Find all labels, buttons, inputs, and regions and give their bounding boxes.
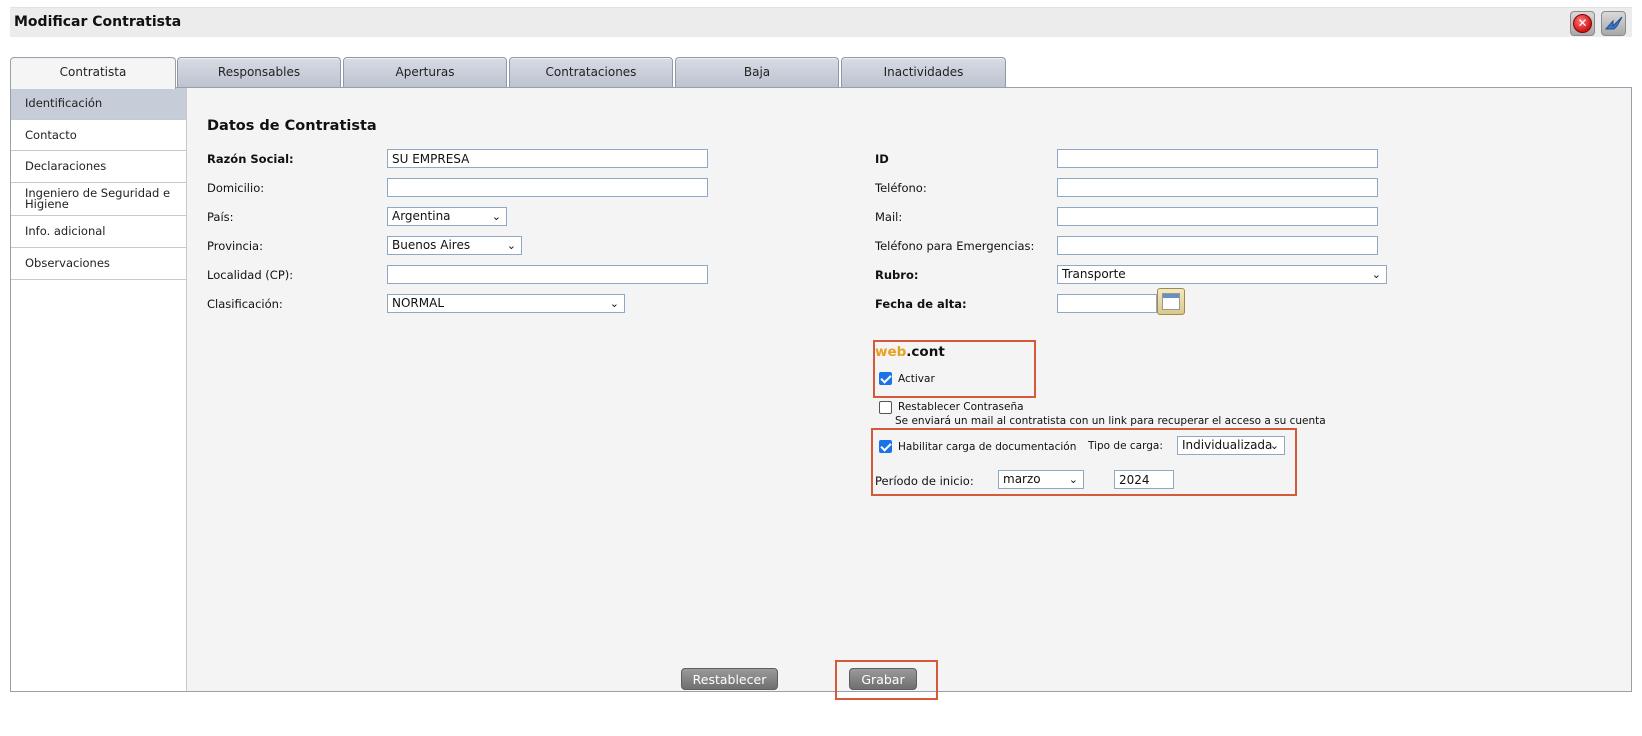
- tipo-carga-value: Individualizada: [1182, 438, 1273, 452]
- sidebar-item-label: Observaciones: [25, 256, 110, 270]
- clasificacion-value: NORMAL: [392, 296, 445, 310]
- habilitar-carga-label: Habilitar carga de documentación: [898, 441, 1077, 453]
- sidebar-item-identificacion[interactable]: Identificación: [11, 88, 186, 120]
- calendar-button[interactable]: [1157, 288, 1185, 315]
- provincia-label: Provincia:: [207, 239, 263, 253]
- tab-inactividades[interactable]: Inactividades: [841, 57, 1006, 88]
- provincia-value: Buenos Aires: [392, 238, 471, 252]
- fecha-alta-label: Fecha de alta:: [875, 297, 967, 311]
- chevron-down-icon: ⌄: [491, 210, 501, 223]
- sidebar-item-label: Identificación: [25, 96, 103, 110]
- pais-value: Argentina: [392, 209, 451, 223]
- id-input[interactable]: [1057, 149, 1378, 168]
- clasificacion-label: Clasificación:: [207, 297, 283, 311]
- restablecer-contrasena-checkbox[interactable]: [879, 401, 892, 414]
- localidad-input[interactable]: [387, 265, 708, 284]
- mail-input[interactable]: [1057, 207, 1378, 226]
- title-bar: Modificar Contratista ✕: [10, 7, 1632, 37]
- razon-social-input[interactable]: [387, 149, 708, 168]
- restablecer-contrasena-label: Restablecer Contraseña: [898, 401, 1024, 413]
- periodo-mes-select[interactable]: marzo ⌄: [998, 470, 1084, 489]
- id-label: ID: [875, 152, 889, 166]
- webcont-logo-cont: .cont: [906, 344, 945, 360]
- periodo-anio-input[interactable]: [1114, 470, 1174, 489]
- domicilio-input[interactable]: [387, 178, 708, 197]
- section-title: Datos de Contratista: [207, 118, 377, 134]
- razon-social-label: Razón Social:: [207, 152, 294, 166]
- tab-responsables[interactable]: Responsables: [177, 57, 341, 88]
- chevron-down-icon: ⌄: [1068, 473, 1078, 486]
- rubro-label: Rubro:: [875, 268, 919, 282]
- rubro-value: Transporte: [1062, 267, 1126, 281]
- clasificacion-select[interactable]: NORMAL ⌄: [387, 294, 625, 313]
- periodo-mes-value: marzo: [1003, 472, 1041, 486]
- localidad-label: Localidad (CP):: [207, 268, 294, 282]
- chevron-down-icon: ⌄: [609, 297, 619, 310]
- close-button[interactable]: ✕: [1570, 11, 1595, 36]
- sidebar-item-label: Info. adicional: [25, 224, 106, 238]
- chevron-down-icon: ⌄: [1269, 439, 1279, 452]
- activar-label: Activar: [898, 373, 935, 385]
- form-area: Datos de Contratista Razón Social: Domic…: [187, 88, 1631, 691]
- tipo-carga-label: Tipo de carga:: [1088, 440, 1163, 452]
- telefono-emergencias-input[interactable]: [1057, 236, 1378, 255]
- sidebar-item-declaraciones[interactable]: Declaraciones: [11, 151, 186, 183]
- restablecer-hint: Se enviará un mail al contratista con un…: [895, 415, 1326, 427]
- mail-label: Mail:: [875, 210, 903, 224]
- close-icon: ✕: [1573, 14, 1592, 33]
- back-arrow-icon: [1604, 16, 1622, 29]
- pais-select[interactable]: Argentina ⌄: [387, 207, 507, 226]
- sidebar-item-contacto[interactable]: Contacto: [11, 120, 186, 151]
- sidebar-item-label: Ingeniero de Seguridad e Higiene: [25, 186, 171, 211]
- calendar-icon: [1162, 293, 1180, 310]
- sidebar-item-observaciones[interactable]: Observaciones: [11, 248, 186, 280]
- rubro-select[interactable]: Transporte ⌄: [1057, 265, 1387, 284]
- tipo-carga-select[interactable]: Individualizada ⌄: [1177, 436, 1285, 455]
- tab-aperturas[interactable]: Aperturas: [343, 57, 507, 88]
- tab-contrataciones[interactable]: Contrataciones: [509, 57, 673, 88]
- sidebar-item-ingeniero[interactable]: Ingeniero de Seguridad e Higiene: [11, 183, 186, 216]
- telefono-input[interactable]: [1057, 178, 1378, 197]
- fecha-alta-input[interactable]: [1057, 294, 1157, 313]
- tab-contratista[interactable]: Contratista: [10, 57, 176, 89]
- provincia-select[interactable]: Buenos Aires ⌄: [387, 236, 522, 255]
- grabar-button[interactable]: Grabar: [849, 668, 917, 690]
- activar-checkbox[interactable]: [879, 372, 892, 385]
- webcont-logo-web: web: [875, 344, 907, 360]
- chevron-down-icon: ⌄: [506, 239, 516, 252]
- window-title: Modificar Contratista: [14, 14, 182, 30]
- sidebar-item-info-adicional[interactable]: Info. adicional: [11, 216, 186, 248]
- sidebar-item-label: Contacto: [25, 127, 77, 142]
- chevron-down-icon: ⌄: [1371, 268, 1381, 281]
- domicilio-label: Domicilio:: [207, 181, 265, 195]
- tab-baja[interactable]: Baja: [675, 57, 839, 88]
- telefono-label: Teléfono:: [875, 181, 927, 195]
- telefono-emergencias-label: Teléfono para Emergencias:: [875, 239, 1035, 253]
- sidebar-item-label: Declaraciones: [25, 159, 107, 173]
- webcont-logo: web.cont: [875, 344, 945, 360]
- back-button[interactable]: [1601, 11, 1626, 36]
- pais-label: País:: [207, 210, 234, 224]
- habilitar-carga-checkbox[interactable]: [879, 440, 892, 453]
- restablecer-button[interactable]: Restablecer: [681, 668, 778, 690]
- sidebar: Identificación Contacto Declaraciones In…: [11, 88, 187, 691]
- main-panel: Identificación Contacto Declaraciones In…: [10, 87, 1632, 692]
- periodo-inicio-label: Período de inicio:: [875, 474, 974, 488]
